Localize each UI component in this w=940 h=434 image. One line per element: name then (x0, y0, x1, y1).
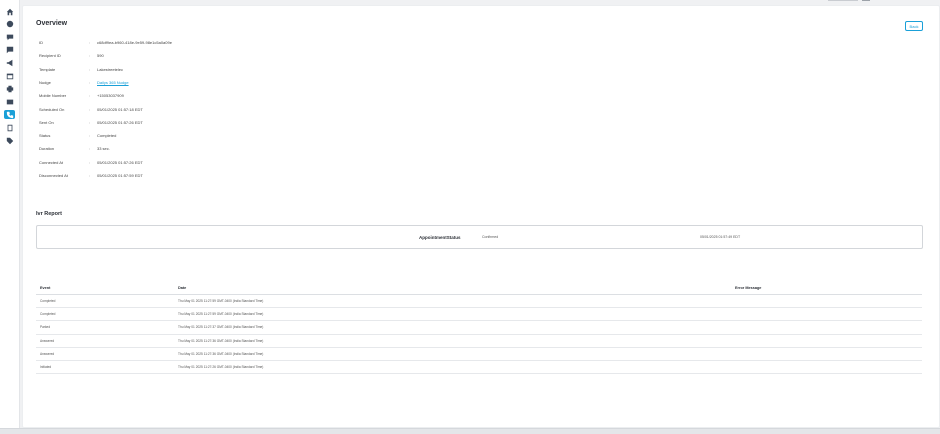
detail-value: 33 sec. (97, 146, 110, 152)
book-icon[interactable] (4, 123, 15, 132)
detail-label: Disconnected At (39, 173, 68, 178)
detail-value: 590 (97, 53, 104, 59)
detail-label: Mobile Number (39, 93, 67, 99)
detail-value: 05/01/2025 01:57:26 EDT (97, 159, 143, 165)
date-cell: Thu May 01 2025 11:27:36 GMT-0400 (India… (178, 338, 264, 343)
detail-label: Sent On (39, 119, 54, 125)
back-button[interactable]: Back (905, 21, 923, 31)
detail-label: Connected At (39, 159, 64, 165)
events-table-body: Completed Thu May 01 2025 11:27:59 GMT-04… (36, 295, 922, 375)
event-cell: Initiated (40, 364, 52, 369)
detail-separator: : (89, 93, 91, 99)
detail-label: ID (39, 40, 43, 45)
header-date: Date (178, 286, 187, 290)
detail-value: 05/01/2025 01:57:59 EDT (97, 173, 143, 178)
megaphone-icon[interactable] (4, 58, 15, 67)
ivr-report-title: Ivr Report (36, 211, 62, 217)
date-cell: Thu May 01 2025 11:27:36 GMT-0400 (India… (178, 351, 264, 356)
detail-label: Recipient ID (39, 53, 61, 59)
detail-separator: : (89, 159, 91, 165)
ivr-timestamp: 05/01/2025 01:57:49 EDT (700, 235, 741, 239)
top-divider-accent (862, 0, 870, 1)
detail-value: 05/01/2025 01:57:26 EDT (97, 119, 143, 125)
header-error-message: Error Message (735, 286, 762, 290)
detail-label: Template (39, 66, 56, 72)
home-icon[interactable] (4, 7, 15, 16)
top-strip (20, 0, 940, 4)
table-row: Answered Thu May 01 2025 11:27:36 GMT-040… (36, 348, 922, 361)
table-row: Parked Thu May 01 2025 11:27:37 GMT-0400 … (36, 321, 922, 335)
detail-label: Duration (39, 146, 55, 152)
detail-value: Lakestreetelec (97, 66, 124, 72)
page-title: Overview (36, 20, 68, 27)
detail-separator: : (89, 66, 91, 72)
event-cell: Answered (40, 338, 55, 343)
detail-separator: : (89, 133, 91, 139)
table-row: Completed Thu May 01 2025 11:27:59 GMT-04… (36, 308, 922, 322)
chat-icon[interactable] (4, 32, 15, 41)
date-cell: Thu May 01 2025 11:27:37 GMT-0400 (India… (178, 325, 264, 330)
date-cell: Thu May 01 2025 11:27:59 GMT-0400 (India… (178, 312, 264, 317)
detail-value: 05/01/2025 01:57:18 EDT (97, 106, 143, 112)
header-event: Event (40, 286, 51, 290)
detail-separator: : (89, 79, 91, 85)
sidebar (0, 0, 20, 433)
detail-separator: : (89, 106, 91, 112)
detail-separator: : (89, 173, 91, 178)
mail-icon[interactable] (4, 97, 15, 106)
ivr-key: AppointmentStatus (419, 235, 461, 240)
table-row: Completed Thu May 01 2025 11:27:59 GMT-04… (36, 295, 922, 309)
print-icon[interactable] (4, 84, 15, 93)
detail-value: +15053037909 (97, 93, 124, 99)
events-table-header: Event Date Error Message (36, 285, 922, 295)
ivr-value: Confirmed (482, 235, 499, 239)
ivr-report-box: AppointmentStatus Confirmed 05/01/2025 0… (36, 225, 923, 249)
user-circle-icon[interactable] (4, 19, 15, 28)
event-cell: Completed (40, 312, 56, 317)
detail-label: Nudge (39, 79, 51, 85)
calendar-icon[interactable] (4, 71, 15, 80)
event-cell: Completed (40, 299, 56, 303)
detail-label: Scheduled On (39, 106, 65, 112)
date-cell: Thu May 01 2025 11:27:59 GMT-0400 (India… (178, 299, 264, 303)
top-divider (828, 0, 858, 1)
date-cell: Thu May 01 2025 11:27:26 GMT-0400 (India… (178, 364, 264, 369)
phone-icon[interactable] (4, 110, 15, 119)
table-row: Initiated Thu May 01 2025 11:27:26 GMT-04… (36, 361, 922, 375)
event-cell: Answered (40, 351, 55, 356)
tag-icon[interactable] (4, 136, 15, 145)
table-row: Answered Thu May 01 2025 11:27:36 GMT-040… (36, 335, 922, 348)
event-cell: Parked (40, 325, 51, 330)
detail-separator: : (89, 146, 91, 152)
message-icon[interactable] (4, 45, 15, 54)
detail-label: Status (39, 133, 51, 139)
detail-value-link[interactable]: Dailys 365 Nudge (97, 80, 129, 85)
detail-separator: : (89, 40, 91, 45)
detail-separator: : (89, 119, 91, 125)
detail-value: Completed (97, 133, 117, 139)
horizontal-scrollbar[interactable] (0, 428, 940, 434)
detail-separator: : (89, 53, 91, 59)
main-panel: Overview Back ID: c68df9ea-b960-418e-9e59… (22, 5, 940, 428)
events-table: Event Date Error Message Completed Thu Ma… (36, 285, 922, 375)
detail-value: c68df9ea-b960-418e-9e59-98e1c5a0a09e (97, 40, 172, 45)
